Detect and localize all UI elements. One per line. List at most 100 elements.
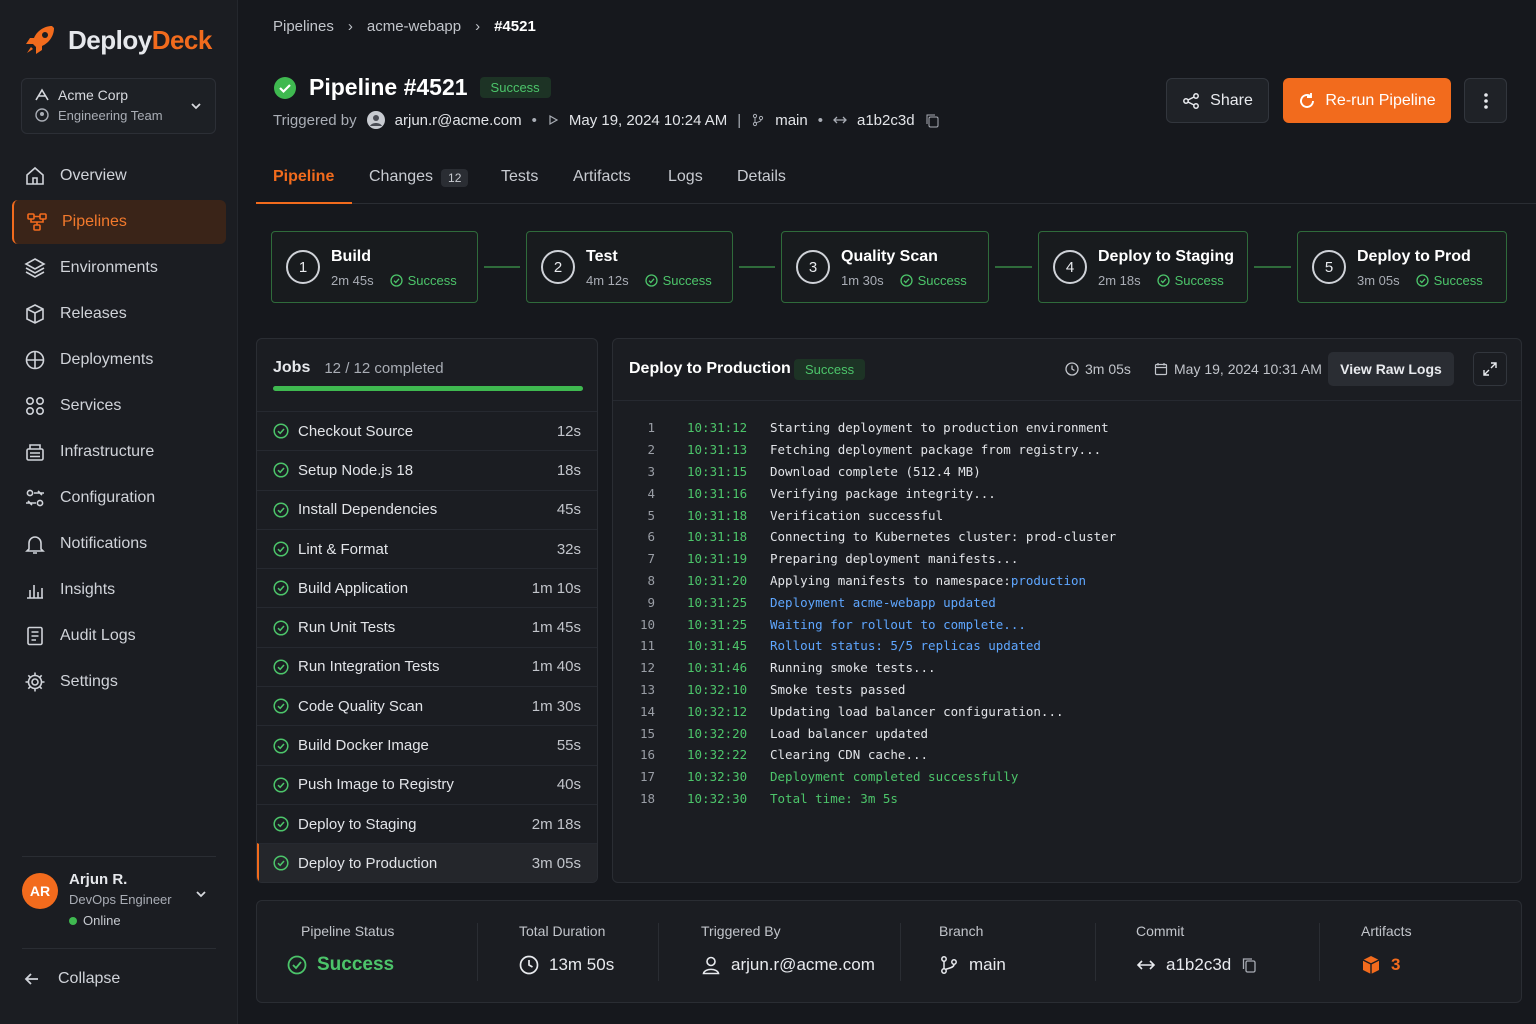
stage-card[interactable]: 2 Test 4m 12s Success: [526, 231, 733, 303]
sidebar-item-pipelines[interactable]: Pipelines: [12, 200, 226, 244]
app-logo[interactable]: DeployDeck: [22, 22, 212, 58]
share-label: Share: [1210, 91, 1253, 109]
sidebar: DeployDeck Acme Corp Engineering Team Ov…: [0, 0, 238, 1024]
bell-icon: [25, 536, 45, 554]
sidebar-item-infrastructure[interactable]: Infrastructure: [12, 430, 226, 474]
view-raw-logs-button[interactable]: View Raw Logs: [1328, 352, 1454, 386]
stage-duration: 4m 12s: [586, 273, 629, 288]
job-duration: 1m 10s: [531, 579, 581, 597]
job-row[interactable]: Deploy to Staging 2m 18s: [257, 803, 597, 843]
page-header: Pipeline #4521 Success: [273, 74, 551, 101]
log-timestamp: 10:31:16: [687, 485, 748, 501]
job-row[interactable]: Push Image to Registry 40s: [257, 764, 597, 804]
tab-logs[interactable]: Logs: [668, 158, 703, 204]
log-message: Smoke tests passed: [770, 681, 906, 697]
breadcrumb-pipelines[interactable]: Pipelines: [273, 18, 334, 35]
job-name: Deploy to Production: [298, 854, 438, 872]
tab-bar: Pipeline Changes 12 Tests Artifacts Logs …: [256, 158, 1536, 204]
sidebar-item-environments[interactable]: Environments: [12, 246, 226, 290]
job-duration: 1m 40s: [531, 658, 581, 676]
more-options-button[interactable]: [1464, 78, 1507, 123]
stage-card[interactable]: 5 Deploy to Prod 3m 05s Success: [1297, 231, 1507, 303]
log-timestamp: 10:31:15: [687, 463, 748, 479]
job-row[interactable]: Install Dependencies 45s: [257, 489, 597, 529]
sidebar-item-label: Overview: [60, 167, 127, 184]
sidebar-item-deployments[interactable]: Deployments: [12, 338, 226, 382]
tab-changes[interactable]: Changes 12: [369, 158, 469, 204]
job-row[interactable]: Setup Node.js 18 18s: [257, 450, 597, 489]
job-row[interactable]: Deploy to Production 3m 05s: [257, 843, 597, 882]
log-line: 8 10:31:20 Applying manifests to namespace…: [613, 570, 1521, 592]
org-switcher[interactable]: Acme Corp Engineering Team: [21, 78, 216, 134]
user-profile[interactable]: AR Arjun R. DevOps Engineer Online: [22, 856, 216, 928]
job-row[interactable]: Code Quality Scan 1m 30s: [257, 686, 597, 725]
stage-number: 3: [796, 250, 830, 284]
job-row[interactable]: Lint & Format 32s: [257, 528, 597, 568]
job-row[interactable]: Run Unit Tests 1m 45s: [257, 607, 597, 646]
rerun-pipeline-button[interactable]: Re-run Pipeline: [1283, 78, 1451, 123]
log-line: 15 10:32:20 Load balancer updated: [613, 722, 1521, 744]
tab-label: Pipeline: [273, 168, 335, 185]
job-duration: 12s: [556, 422, 581, 440]
rocket-icon: [26, 26, 54, 54]
log-line: 1 10:31:12 Starting deployment to producti…: [613, 417, 1521, 439]
expand-button[interactable]: [1473, 352, 1507, 386]
job-row[interactable]: Build Docker Image 55s: [257, 725, 597, 764]
sidebar-item-notifications[interactable]: Notifications: [12, 522, 226, 566]
stage-card[interactable]: 4 Deploy to Staging 2m 18s Success: [1038, 231, 1248, 303]
sidebar-item-configuration[interactable]: Configuration: [12, 476, 226, 520]
log-line-number: 9: [647, 594, 655, 610]
app-name-main: Deploy: [68, 24, 152, 55]
log-message: Rollout status: 5/5 replicas updated: [770, 638, 1041, 654]
deploy-icon: [25, 350, 45, 370]
chevron-down-icon[interactable]: [194, 887, 208, 901]
log-timestamp: 10:32:22: [687, 747, 748, 763]
log-timestamp: 10:31:46: [687, 660, 748, 676]
tab-tests[interactable]: Tests: [501, 158, 538, 204]
stage-status: Success: [662, 273, 712, 288]
tab-artifacts[interactable]: Artifacts: [573, 158, 631, 204]
job-name: Code Quality Scan: [298, 697, 424, 715]
job-name: Checkout Source: [298, 422, 414, 440]
log-line: 3 10:31:15 Download complete (512.4 MB): [613, 461, 1521, 483]
log-line: 14 10:32:12 Updating load balancer configu…: [613, 700, 1521, 722]
tab-label: Artifacts: [573, 168, 631, 185]
summary-commit-value: a1b2c3d: [1166, 955, 1232, 974]
log-message: Deployment acme-webapp updated: [770, 594, 996, 610]
sidebar-item-overview[interactable]: Overview: [12, 154, 226, 198]
job-row[interactable]: Checkout Source 12s: [257, 411, 597, 450]
sidebar-item-label: Notifications: [60, 535, 148, 552]
sidebar-item-insights[interactable]: Insights: [12, 568, 226, 612]
branch-icon: [753, 113, 764, 127]
job-row[interactable]: Run Integration Tests 1m 40s: [257, 646, 597, 686]
log-line-number: 6: [647, 529, 655, 545]
log-timestamp: 10:31:19: [687, 551, 748, 567]
copy-icon[interactable]: [1241, 957, 1257, 973]
online-dot-icon: [69, 916, 77, 925]
log-timestamp: 10:31:18: [687, 507, 748, 523]
summary-artifacts-link[interactable]: 3: [1361, 955, 1400, 975]
sidebar-item-services[interactable]: Services: [12, 384, 226, 428]
stage-number: 4: [1053, 250, 1087, 284]
breadcrumb-project[interactable]: acme-webapp: [367, 18, 461, 35]
job-row[interactable]: Build Application 1m 10s: [257, 568, 597, 607]
stage-card[interactable]: 1 Build 2m 45s Success: [271, 231, 478, 303]
stage-connector: [739, 266, 775, 268]
status-badge: Success: [479, 77, 551, 98]
app-name-accent: Deck: [151, 24, 213, 55]
sidebar-item-label: Settings: [60, 673, 118, 690]
share-button[interactable]: Share: [1166, 78, 1269, 123]
triggered-by[interactable]: arjun.r@acme.com: [395, 112, 522, 129]
check-circle-icon: [899, 274, 913, 287]
collapse-button[interactable]: Collapse: [22, 948, 216, 989]
log-line: 6 10:31:18 Connecting to Kubernetes cluste…: [613, 526, 1521, 548]
stage-card[interactable]: 3 Quality Scan 1m 30s Success: [781, 231, 989, 303]
sidebar-item-releases[interactable]: Releases: [12, 292, 226, 336]
log-timestamp: 10:31:45: [687, 638, 748, 654]
sidebar-item-audit-logs[interactable]: Audit Logs: [12, 614, 226, 658]
tab-pipeline[interactable]: Pipeline: [256, 158, 352, 204]
sidebar-item-settings[interactable]: Settings: [12, 660, 226, 704]
copy-icon[interactable]: [925, 113, 940, 128]
tab-details[interactable]: Details: [737, 158, 786, 204]
log-line-number: 11: [639, 638, 655, 654]
